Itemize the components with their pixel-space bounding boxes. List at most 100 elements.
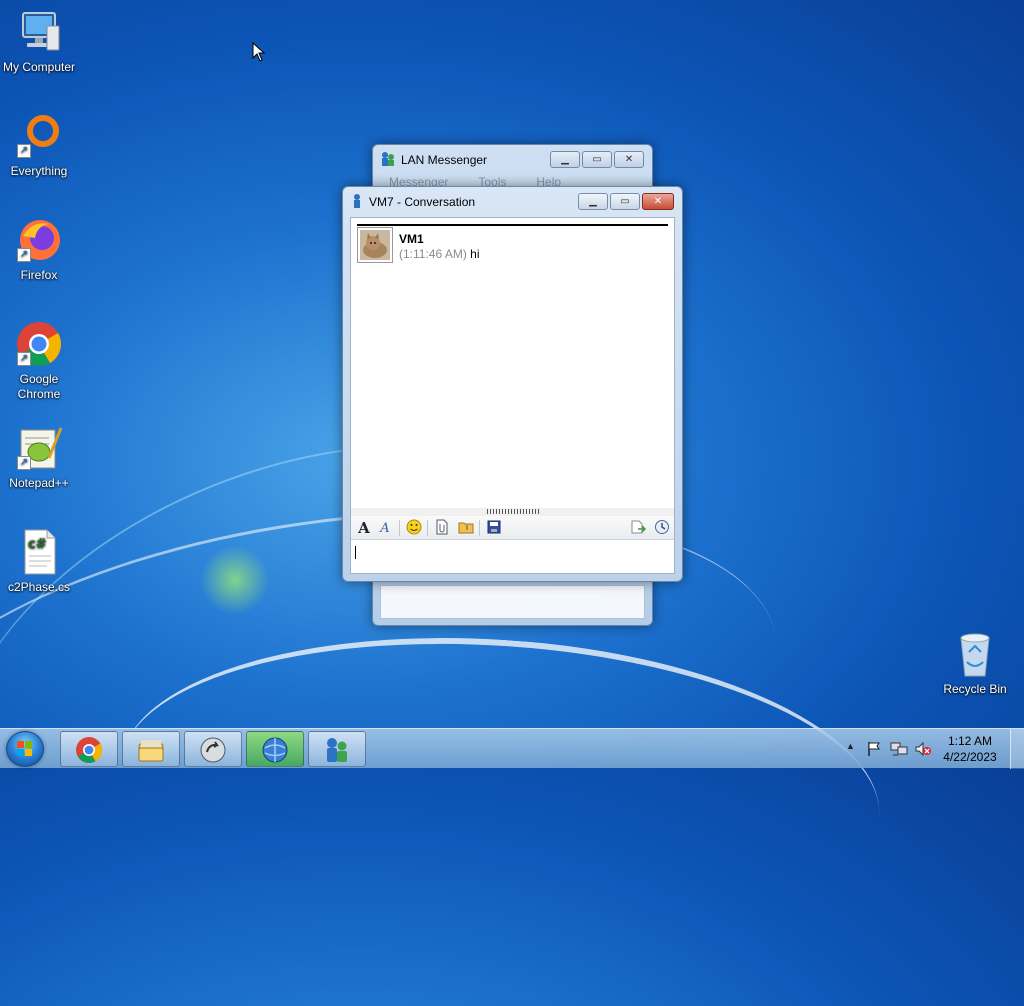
shortcut-arrow-icon: ↗ [17, 352, 31, 366]
font-button[interactable]: A [355, 519, 373, 537]
close-button[interactable]: ✕ [642, 193, 674, 210]
desktop-icon-label: c2Phase.cs [7, 580, 71, 594]
pane-splitter[interactable] [351, 508, 674, 516]
desktop-icon-everything[interactable]: ↗ Everything [0, 112, 78, 179]
firefox-icon: ↗ [15, 216, 63, 264]
clock[interactable]: 1:12 AM 4/22/2023 [940, 733, 1000, 765]
export-button[interactable] [629, 519, 647, 537]
desktop-icon-notepad-plus-plus[interactable]: ↗ Notepad++ [0, 424, 78, 491]
minimize-button[interactable]: ▁ [578, 193, 608, 210]
history-button[interactable] [653, 519, 671, 537]
chevron-up-icon: ▲ [846, 741, 855, 751]
message-sender: VM1 [399, 232, 424, 246]
lan-messenger-icon [381, 151, 395, 170]
history-icon [655, 520, 669, 534]
chrome-icon [76, 737, 103, 763]
desktop-icon-google-chrome[interactable]: ↗ Google Chrome [0, 320, 78, 402]
maximize-icon: ▭ [620, 196, 630, 207]
network-status-icon[interactable] [890, 741, 908, 757]
desktop-icon-my-computer[interactable]: My Computer [0, 8, 78, 75]
desktop-icon-label: Everything [10, 164, 68, 178]
message-line: (1:11:46 AM) hi [399, 247, 480, 261]
toolbar-separator [479, 520, 480, 536]
desktop-icon-c2phase-cs[interactable]: c# c2Phase.cs [0, 528, 78, 595]
windows-logo-icon [17, 741, 32, 756]
splitter-grip[interactable] [487, 509, 541, 514]
desktop-icon-label: Firefox [20, 268, 58, 282]
network-icon [262, 737, 288, 763]
export-icon [631, 520, 647, 534]
send-folder-icon [458, 522, 474, 534]
text-caret [355, 546, 356, 559]
notepad-plus-plus-icon: ↗ [15, 424, 63, 472]
font-icon: A [358, 519, 370, 537]
show-desktop-button[interactable] [1010, 729, 1024, 769]
desktop-icon-firefox[interactable]: ↗ Firefox [0, 216, 78, 283]
conversation-client-area: VM1 (1:11:46 AM) hi A A [350, 217, 675, 574]
taskbar: ▲ 1:12 AM 4/22/2023 [0, 728, 1024, 769]
close-icon: ✕ [653, 196, 663, 207]
window-title: LAN Messenger [401, 153, 488, 167]
conversation-title-bar[interactable]: VM7 - Conversation ▁ ▭ ✕ [343, 187, 682, 217]
window-title: VM7 - Conversation [369, 195, 476, 209]
emoticon-button[interactable] [405, 519, 423, 537]
minimize-icon: ▁ [589, 196, 597, 207]
conversation-window[interactable]: VM7 - Conversation ▁ ▭ ✕ VM1 (1:11:46 AM… [342, 186, 683, 582]
emoticon-icon [406, 519, 422, 535]
status-pane [380, 585, 645, 619]
clock-time: 1:12 AM [947, 734, 993, 748]
lan-messenger-icon [327, 738, 347, 762]
minimize-icon: ▁ [561, 154, 569, 165]
taskbar-app[interactable] [184, 731, 242, 767]
taskbar-network[interactable] [246, 731, 304, 767]
recycle-bin-icon [951, 630, 999, 678]
maximize-button[interactable]: ▭ [610, 193, 640, 210]
message-toolbar: A A [351, 516, 674, 540]
taskbar-explorer[interactable] [122, 731, 180, 767]
taskbar-lan-messenger[interactable] [308, 731, 366, 767]
history-divider [357, 224, 668, 226]
close-button[interactable]: ✕ [614, 151, 644, 168]
send-file-icon [436, 519, 448, 535]
maximize-icon: ▭ [592, 154, 602, 165]
font-color-button[interactable]: A [376, 519, 394, 537]
csharp-file-icon: c# [15, 528, 63, 576]
cat-avatar-icon [360, 230, 390, 260]
shortcut-arrow-icon: ↗ [17, 456, 31, 470]
message-timestamp: (1:11:46 AM) [399, 247, 467, 261]
svg-text:c#: c# [28, 537, 47, 552]
shortcut-arrow-icon: ↗ [17, 248, 31, 262]
start-button[interactable] [6, 731, 44, 767]
desktop-icon-label: Recycle Bin [943, 682, 1007, 696]
lan-messenger-title-bar[interactable]: LAN Messenger ▁ ▭ ✕ [373, 145, 652, 175]
desktop-icon-label: My Computer [2, 60, 76, 74]
close-icon: ✕ [624, 154, 634, 165]
conversation-icon [351, 193, 363, 212]
chrome-icon: ↗ [15, 320, 63, 368]
mouse-cursor-icon [252, 42, 266, 62]
avatar [357, 227, 393, 263]
font-color-icon: A [380, 521, 390, 536]
taskbar-chrome[interactable] [60, 731, 118, 767]
maximize-button[interactable]: ▭ [582, 151, 612, 168]
app-icon [200, 737, 226, 763]
desktop-icon-label: Notepad++ [9, 476, 69, 490]
everything-search-icon: ↗ [15, 112, 63, 160]
action-center-flag-icon[interactable] [866, 741, 882, 757]
explorer-icon [138, 740, 164, 762]
desktop-icon-recycle-bin[interactable]: Recycle Bin [936, 630, 1014, 697]
save-button[interactable] [485, 519, 503, 537]
toolbar-separator [427, 520, 428, 536]
show-hidden-icons-button[interactable]: ▲ [846, 741, 855, 751]
message-history[interactable]: VM1 (1:11:46 AM) hi [351, 218, 674, 508]
save-icon [487, 520, 501, 534]
send-file-button[interactable] [433, 519, 451, 537]
minimize-button[interactable]: ▁ [550, 151, 580, 168]
message-input[interactable] [351, 540, 674, 573]
toolbar-separator [399, 520, 400, 536]
desktop-icon-label: Google Chrome [17, 372, 61, 401]
message-text: hi [470, 247, 480, 261]
send-folder-button[interactable] [457, 519, 475, 537]
computer-icon [15, 8, 63, 56]
volume-muted-icon[interactable] [914, 741, 932, 757]
